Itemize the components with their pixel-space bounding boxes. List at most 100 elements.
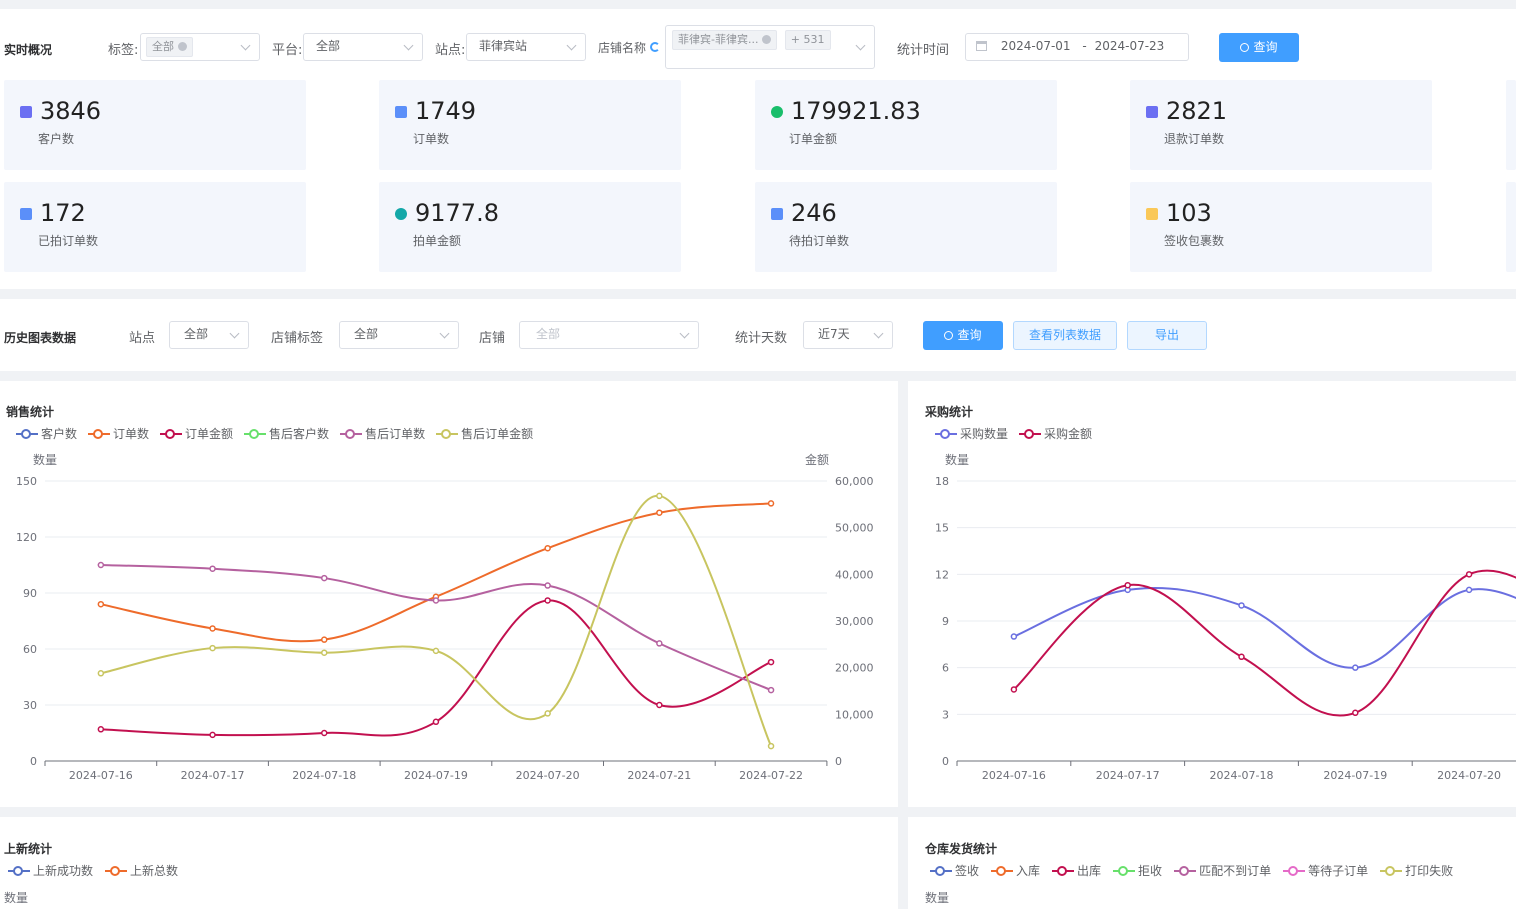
legend-item[interactable]: 打印失败 xyxy=(1380,862,1453,879)
shop-select[interactable]: 菲律宾-菲律宾... + 531 xyxy=(665,25,875,69)
legend-item[interactable]: 上新成功数 xyxy=(8,862,93,879)
legend-item[interactable]: 客户数 xyxy=(16,425,77,442)
legend-swatch-icon xyxy=(1380,866,1403,876)
history-shop-tag-select[interactable]: 全部 xyxy=(339,321,459,349)
legend-swatch-icon xyxy=(105,866,128,876)
tag-select[interactable]: 全部 xyxy=(140,33,260,61)
chevron-down-icon xyxy=(566,40,577,51)
refresh-icon[interactable] xyxy=(650,42,660,52)
kpi-card: 246 待拍订单数 xyxy=(755,182,1057,272)
legend-item[interactable]: 售后订单金额 xyxy=(436,425,533,442)
kpi-label: 签收包裹数 xyxy=(1164,234,1225,248)
legend-item[interactable]: 等待子订单 xyxy=(1283,862,1368,879)
legend-label: 订单数 xyxy=(113,427,150,441)
tag-chip-close-icon[interactable] xyxy=(177,42,187,51)
kpi-value: 3846 xyxy=(40,97,102,125)
legend-item[interactable]: 订单数 xyxy=(88,425,149,442)
history-shop-select[interactable]: 全部 xyxy=(519,321,699,349)
data-point xyxy=(432,647,440,655)
legend-item[interactable]: 订单金额 xyxy=(160,425,233,442)
x-tick-label: 2024-07-19 xyxy=(404,769,468,782)
shop-chip-label: 菲律宾-菲律宾... xyxy=(678,33,759,46)
kpi-icon xyxy=(771,208,783,220)
legend-item[interactable]: 上新总数 xyxy=(105,862,178,879)
date-start[interactable]: 2024-07-01 xyxy=(1001,39,1071,53)
y2-tick-label: 40,000 xyxy=(835,568,874,581)
history-days-label: 统计天数 xyxy=(735,331,788,346)
legend-item[interactable]: 采购金额 xyxy=(1019,425,1092,442)
legend-label: 售后订单金额 xyxy=(461,427,534,441)
kpi-icon xyxy=(20,106,32,118)
data-point xyxy=(321,729,328,737)
kpi-icon xyxy=(1146,208,1158,220)
y-tick-label: 12 xyxy=(935,568,949,581)
legend-item[interactable]: 匹配不到订单 xyxy=(1174,862,1271,879)
data-point xyxy=(767,686,775,694)
warehouse-legend: 签收 入库 出库 拒收 匹配不到订单 等待子订单 打印失败 xyxy=(930,862,1465,879)
x-tick-label: 2024-07-17 xyxy=(181,769,245,782)
y2-tick-label: 60,000 xyxy=(835,475,874,488)
data-point xyxy=(97,726,105,733)
platform-label: 平台: xyxy=(272,43,303,58)
date-range-picker[interactable]: 2024-07-01 - 2024-07-23 xyxy=(965,33,1189,61)
history-shop-tag-value: 全部 xyxy=(354,327,379,341)
shop-chip: 菲律宾-菲律宾... xyxy=(672,30,777,50)
data-point xyxy=(656,640,663,647)
realtime-query-label: 查询 xyxy=(1253,40,1278,54)
stat-time-label: 统计时间 xyxy=(897,43,950,58)
x-tick-label: 2024-07-22 xyxy=(739,769,803,782)
legend-item[interactable]: 签收 xyxy=(930,862,979,879)
data-point xyxy=(209,625,216,632)
legend-swatch-icon xyxy=(930,866,952,876)
legend-item[interactable]: 出库 xyxy=(1052,862,1101,879)
y2-tick-label: 30,000 xyxy=(835,615,874,628)
data-point xyxy=(1238,602,1245,609)
y-tick-label: 30 xyxy=(23,699,37,712)
realtime-title: 实时概况 xyxy=(4,43,53,57)
site-label: 站点: xyxy=(435,43,466,58)
x-tick-label: 2024-07-20 xyxy=(516,769,580,782)
site-select[interactable]: 菲律宾站 xyxy=(466,33,586,61)
data-point xyxy=(656,701,663,709)
y-tick-label: 15 xyxy=(935,522,949,535)
data-point xyxy=(544,544,551,552)
export-button[interactable]: 导出 xyxy=(1127,321,1207,350)
platform-select[interactable]: 全部 xyxy=(303,33,423,61)
history-query-label: 查询 xyxy=(957,328,982,342)
legend-item[interactable]: 拒收 xyxy=(1113,862,1162,879)
kpi-card-partial xyxy=(1506,80,1516,170)
kpi-label: 待拍订单数 xyxy=(789,234,850,248)
y-tick-label: 90 xyxy=(23,587,37,600)
date-end[interactable]: 2024-07-23 xyxy=(1095,39,1165,53)
data-point xyxy=(767,500,775,507)
y-tick-label: 0 xyxy=(30,755,37,768)
legend-item[interactable]: 入库 xyxy=(991,862,1040,879)
legend-swatch-icon xyxy=(160,429,183,439)
legend-label: 采购金额 xyxy=(1044,427,1093,441)
legend-item[interactable]: 售后客户数 xyxy=(244,425,329,442)
data-point xyxy=(544,710,551,717)
legend-swatch-icon xyxy=(1283,866,1306,876)
purchase-legend: 采购数量 采购金额 xyxy=(935,425,1103,442)
y-tick-label: 0 xyxy=(942,755,949,768)
y-tick-label: 150 xyxy=(16,475,37,488)
x-tick-label: 2024-07-18 xyxy=(292,769,356,782)
kpi-value: 1749 xyxy=(415,97,477,125)
legend-item[interactable]: 售后订单数 xyxy=(340,425,425,442)
search-icon xyxy=(1240,43,1250,52)
kpi-label: 拍单金额 xyxy=(413,234,462,248)
realtime-query-button[interactable]: 查询 xyxy=(1219,33,1299,62)
y2-tick-label: 50,000 xyxy=(835,522,874,535)
history-site-select[interactable]: 全部 xyxy=(169,321,249,349)
history-shop-tag-label: 店铺标签 xyxy=(271,331,324,346)
purchase-chart: 数量 0 3 6 9 12 15 18 2024-07-16 2024-07-17 2024-07-… xyxy=(935,452,1516,782)
legend-label: 出库 xyxy=(1077,864,1102,878)
legend-item[interactable]: 采购数量 xyxy=(935,425,1008,442)
view-list-button[interactable]: 查看列表数据 xyxy=(1013,321,1117,350)
tag-chip-label: 全部 xyxy=(152,40,174,53)
history-days-select[interactable]: 近7天 xyxy=(803,321,893,349)
shop-chip-close-icon[interactable] xyxy=(761,35,771,44)
history-query-button[interactable]: 查询 xyxy=(923,321,1003,350)
x-tick-label: 2024-07-20 xyxy=(1437,769,1501,782)
kpi-value: 172 xyxy=(40,199,86,227)
